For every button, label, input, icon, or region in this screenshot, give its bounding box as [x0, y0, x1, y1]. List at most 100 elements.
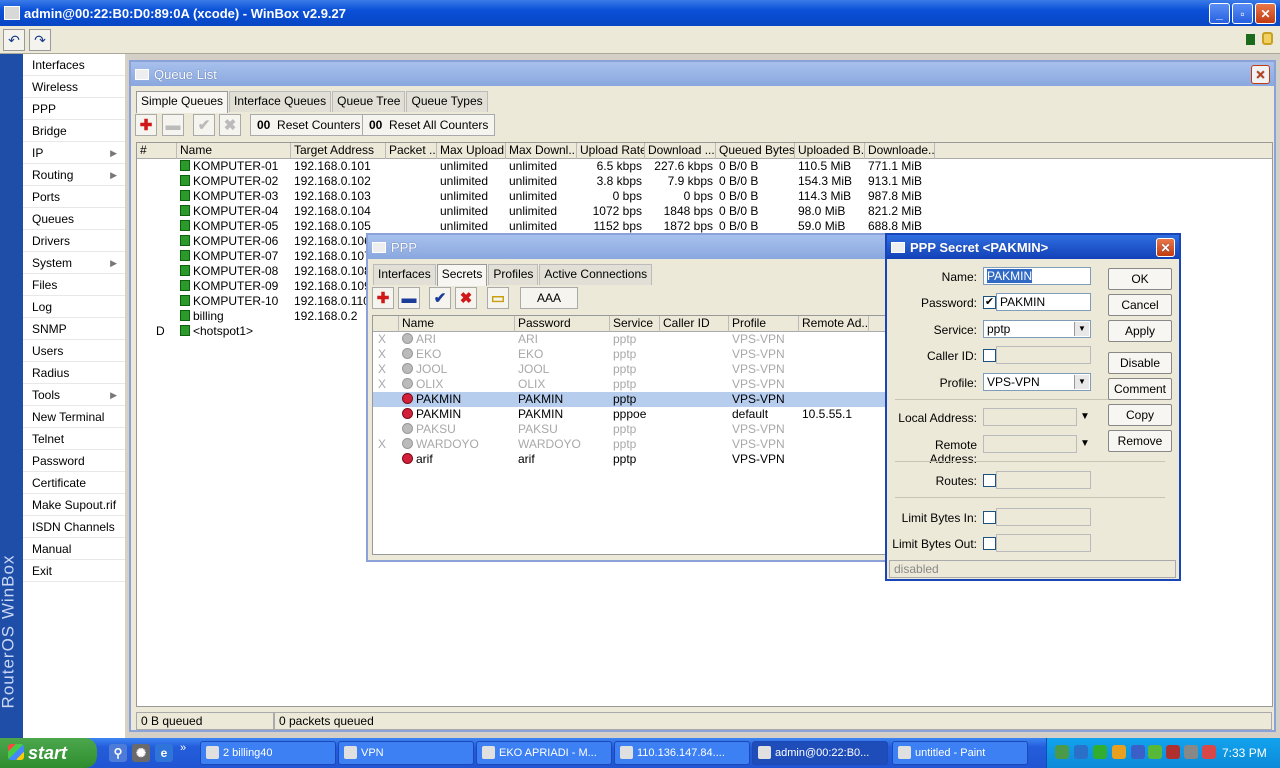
maximize-button[interactable]: ▫ — [1232, 3, 1253, 24]
table-row[interactable]: KOMPUTER-01 192.168.0.101 unlimited unlimit… — [137, 159, 1272, 174]
column-header[interactable]: Target Address — [291, 143, 386, 159]
menu-item[interactable]: SNMP — [23, 318, 125, 340]
table-row[interactable]: KOMPUTER-03 192.168.0.103 unlimited unlimit… — [137, 189, 1272, 204]
column-header[interactable]: Profile — [729, 316, 799, 332]
redo-icon[interactable]: ↷ — [29, 29, 51, 51]
ppp-secret-row[interactable]: X WARDOYO WARDOYO pptp VPS-VPN — [373, 437, 885, 452]
close-button[interactable]: ✕ — [1255, 3, 1276, 24]
limit-bytes-in-checkbox[interactable] — [983, 511, 996, 524]
ok-button[interactable]: OK — [1108, 268, 1172, 290]
column-header[interactable]: Download ... — [645, 143, 716, 159]
tray-app-icon[interactable] — [1112, 745, 1126, 759]
menu-item[interactable]: IP ▶ — [23, 142, 125, 164]
network-icon[interactable] — [1055, 745, 1069, 759]
reset-counters-button[interactable]: 00 Reset Counters — [250, 114, 368, 136]
menu-item[interactable]: Tools ▶ — [23, 384, 125, 406]
routes-checkbox[interactable] — [983, 474, 996, 487]
service-select[interactable]: pptp ▼ — [983, 320, 1091, 338]
ppp-secret-row[interactable]: arif arif pptp VPS-VPN — [373, 452, 885, 467]
browser-icon[interactable]: e — [155, 744, 173, 762]
disable-icon[interactable]: ✖ — [455, 287, 477, 309]
aaa-button[interactable]: AAA — [520, 287, 578, 309]
taskbar-task[interactable]: untitled - Paint — [892, 741, 1028, 765]
ppp-secret-row[interactable]: X ARI ARI pptp VPS-VPN — [373, 332, 885, 347]
chevron-down-icon[interactable]: ▼ — [1080, 438, 1090, 449]
limit-bytes-in-field[interactable] — [996, 508, 1091, 526]
taskbar-task[interactable]: EKO APRIADI - M... — [476, 741, 612, 765]
column-header[interactable] — [373, 316, 399, 332]
tab[interactable]: Queue Types — [406, 91, 488, 112]
comment-icon[interactable]: ▭ — [487, 287, 509, 309]
cancel-button[interactable]: Cancel — [1108, 294, 1172, 316]
column-header[interactable]: Queued Bytes — [716, 143, 795, 159]
enable-icon[interactable]: ✔ — [193, 114, 215, 136]
menu-item[interactable]: Telnet — [23, 428, 125, 450]
tray-app-icon[interactable] — [1148, 745, 1162, 759]
tab[interactable]: Interface Queues — [229, 91, 332, 112]
password-field[interactable]: PAKMIN — [996, 293, 1091, 311]
menu-item[interactable]: Log — [23, 296, 125, 318]
profile-select[interactable]: VPS-VPN ▼ — [983, 373, 1091, 391]
tray-app-icon[interactable] — [1202, 745, 1216, 759]
menu-item[interactable]: Drivers — [23, 230, 125, 252]
menu-item[interactable]: Password — [23, 450, 125, 472]
search-icon[interactable]: ⚲ — [109, 744, 127, 762]
column-header[interactable]: # — [137, 143, 177, 159]
menu-item[interactable]: Wireless — [23, 76, 125, 98]
undo-icon[interactable]: ↶ — [3, 29, 25, 51]
menu-item[interactable]: Radius — [23, 362, 125, 384]
queue-list-close-button[interactable]: ✕ — [1251, 65, 1270, 84]
menu-item[interactable]: Users — [23, 340, 125, 362]
table-row[interactable]: KOMPUTER-04 192.168.0.104 unlimited unlimit… — [137, 204, 1272, 219]
password-checkbox[interactable]: ✔ — [983, 296, 996, 309]
tray-app-icon[interactable] — [1166, 745, 1180, 759]
routes-field[interactable] — [996, 471, 1091, 489]
ppp-secret-row[interactable]: X EKO EKO pptp VPS-VPN — [373, 347, 885, 362]
table-row[interactable]: KOMPUTER-05 192.168.0.105 unlimited unlimit… — [137, 219, 1272, 234]
menu-item[interactable]: Bridge — [23, 120, 125, 142]
caller-id-field[interactable] — [996, 346, 1091, 364]
column-header[interactable]: Name — [399, 316, 515, 332]
limit-bytes-out-field[interactable] — [996, 534, 1091, 552]
tab[interactable]: Profiles — [488, 264, 539, 285]
column-header[interactable]: Caller ID — [660, 316, 729, 332]
limit-bytes-out-checkbox[interactable] — [983, 537, 996, 550]
chevron-down-icon[interactable]: ▼ — [1080, 411, 1090, 422]
menu-item[interactable]: PPP — [23, 98, 125, 120]
add-icon[interactable]: ✚ — [372, 287, 394, 309]
tab[interactable]: Queue Tree — [332, 91, 406, 112]
tab[interactable]: Secrets — [436, 264, 488, 286]
tab[interactable]: Interfaces — [373, 264, 436, 285]
column-header[interactable]: Max Upload... — [437, 143, 506, 159]
column-header[interactable]: Upload Rate — [577, 143, 645, 159]
column-header[interactable]: Uploaded B... — [795, 143, 865, 159]
reset-all-counters-button[interactable]: 00 Reset All Counters — [362, 114, 496, 136]
column-header[interactable]: Service — [610, 316, 660, 332]
menu-item[interactable]: Routing ▶ — [23, 164, 125, 186]
column-header[interactable]: Packet ... — [386, 143, 437, 159]
bluetooth-icon[interactable] — [1131, 745, 1145, 759]
volume-icon[interactable] — [1074, 745, 1088, 759]
tray-app-icon[interactable] — [1184, 745, 1198, 759]
menu-item[interactable]: Queues — [23, 208, 125, 230]
taskbar-task[interactable]: admin@00:22:B0... — [752, 741, 888, 765]
remove-icon[interactable]: ▬ — [162, 114, 184, 136]
column-header[interactable]: Password — [515, 316, 610, 332]
disable-icon[interactable]: ✖ — [219, 114, 241, 136]
menu-item[interactable]: Ports — [23, 186, 125, 208]
comment-button[interactable]: Comment — [1108, 378, 1172, 400]
local-address-field[interactable] — [983, 408, 1077, 426]
column-header[interactable]: Max Downl... — [506, 143, 577, 159]
enable-icon[interactable]: ✔ — [429, 287, 451, 309]
table-row[interactable]: KOMPUTER-02 192.168.0.102 unlimited unlimit… — [137, 174, 1272, 189]
menu-item[interactable]: ISDN Channels — [23, 516, 125, 538]
remote-address-field[interactable] — [983, 435, 1077, 453]
ppp-secret-row[interactable]: X JOOL JOOL pptp VPS-VPN — [373, 362, 885, 377]
tray-app-icon[interactable] — [1093, 745, 1107, 759]
column-header[interactable]: Name — [177, 143, 291, 159]
ppp-secret-row[interactable]: PAKMIN PAKMIN pppoe default 10.5.55.1 — [373, 407, 885, 422]
add-icon[interactable]: ✚ — [135, 114, 157, 136]
ppp-secret-row[interactable]: PAKSU PAKSU pptp VPS-VPN — [373, 422, 885, 437]
remove-icon[interactable]: ▬ — [398, 287, 420, 309]
tab[interactable]: Active Connections — [539, 264, 653, 285]
